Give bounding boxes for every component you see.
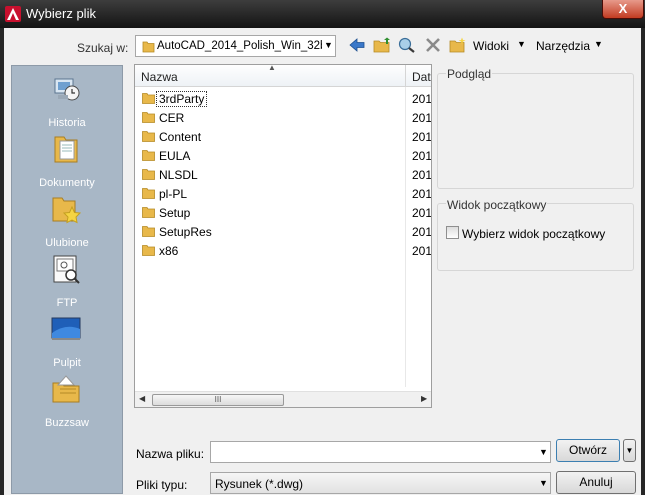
history-icon bbox=[50, 73, 82, 105]
preview-group bbox=[437, 73, 634, 189]
place-history[interactable]: Historia bbox=[12, 73, 122, 133]
open-options-button[interactable]: ▼ bbox=[623, 439, 636, 462]
file-row[interactable]: EULA 2013 bbox=[135, 146, 432, 165]
sort-ascending-icon: ▲ bbox=[268, 64, 276, 72]
folder-icon bbox=[142, 225, 155, 240]
look-in-value: AutoCAD_2014_Polish_Win_32bit_dlm bbox=[157, 40, 322, 52]
place-documents[interactable]: Dokumenty bbox=[12, 133, 122, 193]
file-row[interactable]: Content 2013 bbox=[135, 127, 432, 146]
filetype-value: Rysunek (*.dwg) bbox=[215, 477, 304, 491]
place-favorites[interactable]: Ulubione bbox=[12, 193, 122, 253]
folder-icon bbox=[142, 206, 155, 221]
up-folder-icon[interactable] bbox=[373, 37, 391, 53]
folder-icon bbox=[142, 40, 155, 56]
file-name: SetupRes bbox=[159, 225, 212, 239]
file-row[interactable]: Setup 2013 bbox=[135, 203, 432, 222]
buzzsaw-icon bbox=[50, 373, 82, 405]
file-date: 2013 bbox=[412, 225, 432, 239]
filename-label: Nazwa pliku: bbox=[136, 447, 205, 461]
column-header-date[interactable]: Data bbox=[406, 65, 431, 87]
file-row[interactable]: 3rdParty 2013 bbox=[135, 89, 432, 108]
file-date: 2013 bbox=[412, 130, 432, 144]
filetype-label: Pliki typu: bbox=[136, 478, 188, 492]
file-date: 2013 bbox=[412, 149, 432, 163]
folder-icon bbox=[142, 130, 155, 145]
place-label: FTP bbox=[56, 297, 78, 309]
place-buzzsaw[interactable]: Buzzsaw bbox=[12, 373, 122, 433]
folder-icon bbox=[142, 111, 155, 126]
close-button[interactable]: X bbox=[602, 0, 644, 19]
open-button[interactable]: Otwórz bbox=[556, 439, 620, 462]
window-frame-right bbox=[641, 28, 645, 495]
place-label: Ulubione bbox=[45, 237, 89, 249]
views-chevron-down-icon[interactable]: ▼ bbox=[517, 39, 526, 49]
cancel-button[interactable]: Anuluj bbox=[556, 471, 636, 494]
file-name: 3rdParty bbox=[155, 91, 208, 107]
place-label: Pulpit bbox=[53, 357, 81, 369]
chevron-down-icon[interactable]: ▼ bbox=[539, 478, 548, 488]
back-icon[interactable] bbox=[348, 37, 366, 53]
scroll-thumb[interactable]: III bbox=[152, 394, 284, 406]
views-menu[interactable]: Widoki bbox=[473, 39, 509, 53]
file-list[interactable]: Nazwa ▲ Data 3rdParty 2013 CER 2013 Cont… bbox=[134, 64, 432, 408]
filetype-select[interactable]: Rysunek (*.dwg) ▼ bbox=[210, 472, 551, 494]
place-label: Historia bbox=[48, 117, 86, 129]
file-name: NLSDL bbox=[159, 168, 198, 182]
tools-chevron-down-icon[interactable]: ▼ bbox=[594, 39, 603, 49]
file-date: 2013 bbox=[412, 244, 432, 258]
preview-label: Podgląd bbox=[446, 67, 493, 81]
scroll-right-icon[interactable]: ▶ bbox=[421, 394, 427, 403]
file-row[interactable]: CER 2013 bbox=[135, 108, 432, 127]
file-name: Content bbox=[159, 130, 202, 144]
window-title: Wybierz plik bbox=[26, 6, 96, 21]
file-name: EULA bbox=[159, 149, 191, 163]
place-ftp[interactable]: FTP bbox=[12, 253, 122, 313]
folder-icon bbox=[142, 244, 155, 259]
file-name: CER bbox=[159, 111, 185, 125]
folder-icon bbox=[142, 187, 155, 202]
desktop-icon bbox=[50, 313, 82, 345]
folder-icon bbox=[142, 92, 155, 107]
chevron-down-icon[interactable]: ▼ bbox=[539, 447, 548, 457]
file-date: 2013 bbox=[412, 168, 432, 182]
file-name: x86 bbox=[159, 244, 179, 258]
file-row[interactable]: x86 2013 bbox=[135, 241, 432, 260]
horizontal-scrollbar[interactable]: ◀ III ▶ bbox=[135, 391, 431, 407]
initial-view-checkbox-label[interactable]: Wybierz widok początkowy bbox=[462, 227, 605, 241]
file-row[interactable]: pl-PL 2013 bbox=[135, 184, 432, 203]
documents-icon bbox=[50, 133, 82, 165]
look-in-label: Szukaj w: bbox=[77, 41, 129, 55]
file-date: 2013 bbox=[412, 206, 432, 220]
file-date: 2013 bbox=[412, 92, 432, 106]
filename-input[interactable]: ▼ bbox=[210, 441, 551, 463]
chevron-down-icon[interactable]: ▼ bbox=[324, 40, 333, 50]
places-bar: Historia Dokumenty Ulubione FTP Pulpit B… bbox=[11, 65, 123, 494]
place-label: Dokumenty bbox=[39, 177, 95, 189]
file-date: 2013 bbox=[412, 111, 432, 125]
look-in-combo[interactable]: AutoCAD_2014_Polish_Win_32bit_dlm ▼ bbox=[135, 35, 336, 57]
initial-view-checkbox[interactable] bbox=[446, 226, 459, 239]
folder-icon bbox=[142, 149, 155, 164]
file-name: pl-PL bbox=[159, 187, 188, 201]
favorites-icon bbox=[50, 193, 82, 225]
tools-menu[interactable]: Narzędzia bbox=[536, 39, 590, 53]
new-folder-icon[interactable] bbox=[449, 37, 467, 53]
scroll-left-icon[interactable]: ◀ bbox=[139, 394, 145, 403]
autocad-logo-icon bbox=[5, 6, 21, 22]
place-label: Buzzsaw bbox=[44, 417, 90, 429]
search-web-icon[interactable] bbox=[398, 37, 416, 53]
file-row[interactable]: SetupRes 2013 bbox=[135, 222, 432, 241]
ftp-icon bbox=[50, 253, 82, 285]
file-date: 2013 bbox=[412, 187, 432, 201]
file-row[interactable]: NLSDL 2013 bbox=[135, 165, 432, 184]
place-desktop[interactable]: Pulpit bbox=[12, 313, 122, 373]
initial-view-label: Widok początkowy bbox=[446, 198, 548, 212]
title-bar bbox=[0, 0, 645, 28]
delete-icon[interactable] bbox=[424, 37, 442, 53]
folder-icon bbox=[142, 168, 155, 183]
file-name: Setup bbox=[159, 206, 191, 220]
